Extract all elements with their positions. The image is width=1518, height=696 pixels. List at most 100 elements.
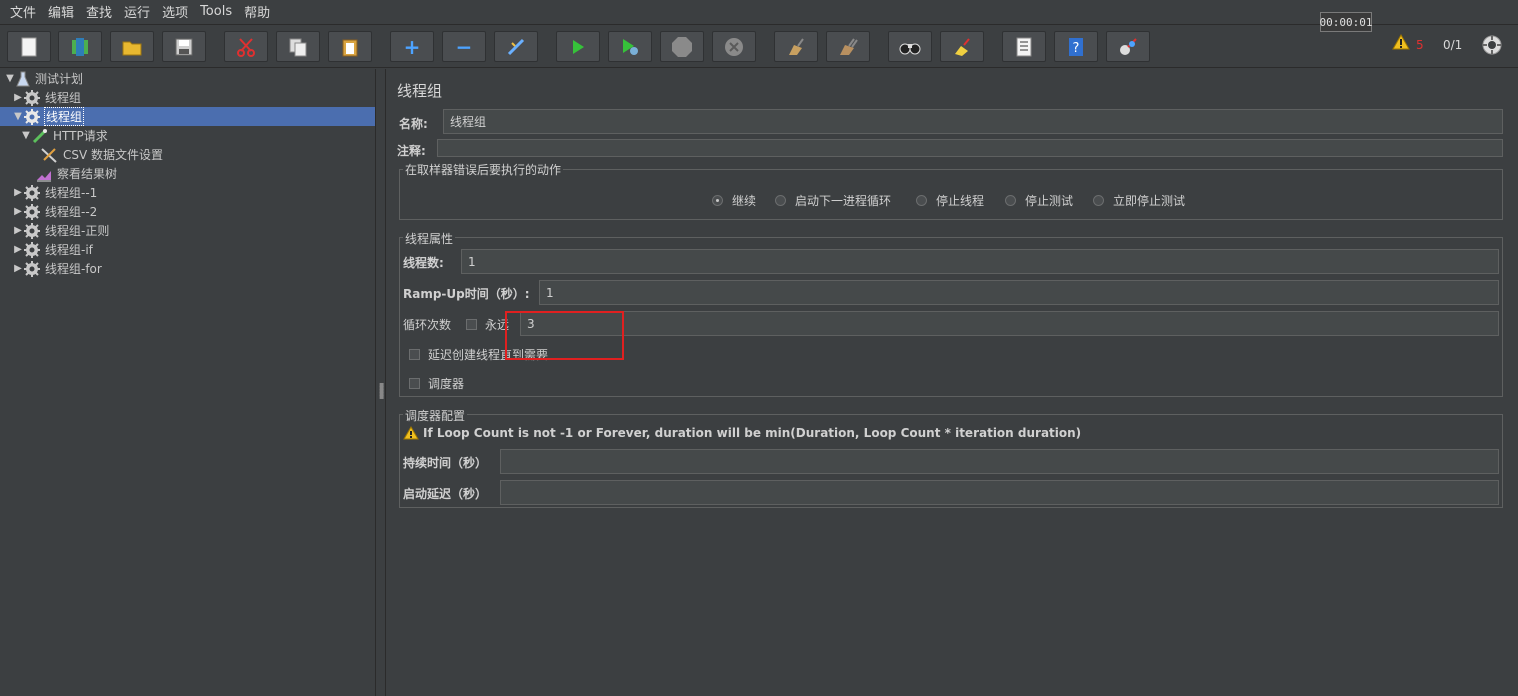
copy-button[interactable] [276, 31, 320, 62]
loop-count-field[interactable]: 3 [520, 311, 1499, 336]
new-button[interactable] [7, 31, 51, 62]
checkbox-box [409, 349, 420, 360]
menu-options[interactable]: 选项 [156, 2, 194, 21]
shutdown-button[interactable] [712, 31, 756, 62]
tree-item-label: 线程组-for [45, 262, 102, 276]
expand-arrow-icon[interactable]: ▶ [12, 187, 24, 198]
expand-arrow-icon[interactable]: ▶ [12, 244, 24, 255]
duration-label: 持续时间（秒） [403, 456, 488, 470]
expand-arrow-icon[interactable]: ▼ [20, 130, 32, 141]
scheduler-note: If Loop Count is not -1 or Forever, dura… [403, 426, 1081, 440]
tree-item-thread-group[interactable]: ▶ 线程组 [12, 88, 82, 107]
start-button[interactable] [556, 31, 600, 62]
clear-button[interactable] [774, 31, 818, 62]
reset-search-button[interactable] [940, 31, 984, 62]
expand-arrow-icon[interactable]: ▼ [12, 111, 24, 122]
forever-checkbox[interactable]: 永远 [466, 316, 509, 333]
function-helper-button[interactable] [1002, 31, 1046, 62]
clear-all-button[interactable] [826, 31, 870, 62]
radio-continue[interactable]: 继续 [712, 192, 756, 209]
checkbox-box [466, 319, 477, 330]
expand-arrow-icon[interactable]: ▶ [12, 225, 24, 236]
stop-icon [672, 36, 692, 57]
rampup-label: Ramp-Up时间（秒）: [403, 287, 530, 301]
remote-icon [1120, 37, 1137, 55]
tree-item-label: CSV 数据文件设置 [63, 148, 164, 162]
elapsed-timer: 00:00:01 [1320, 12, 1373, 32]
tree-item-view-results-tree[interactable]: 察看结果树 [36, 164, 118, 183]
tree-item-label: 线程组-正则 [45, 224, 110, 238]
menu-run[interactable]: 运行 [118, 2, 156, 21]
menu-search[interactable]: 查找 [80, 2, 118, 21]
tree-item-thread-group-if[interactable]: ▶ 线程组-if [12, 240, 94, 259]
tree-item-thread-group-regex[interactable]: ▶ 线程组-正则 [12, 221, 110, 240]
error-action-title: 在取样器错误后要执行的动作 [403, 161, 564, 178]
warning-icon [403, 426, 419, 440]
toolbar: + − ? [0, 24, 1518, 68]
tree-item-thread-group-for[interactable]: ▶ 线程组-for [12, 259, 103, 278]
help-button[interactable]: ? [1054, 31, 1098, 62]
radio-label: 停止测试 [1025, 194, 1074, 208]
name-field[interactable]: 线程组 [443, 109, 1503, 134]
radio-stop-test-now[interactable]: 立即停止测试 [1093, 192, 1185, 209]
comment-field[interactable] [437, 139, 1503, 157]
templates-button[interactable] [58, 31, 102, 62]
function-helper-icon [1016, 37, 1032, 56]
rampup-field[interactable]: 1 [539, 280, 1499, 305]
gear-icon [24, 184, 40, 201]
warning-icon[interactable] [1392, 34, 1410, 50]
radio-stop-test[interactable]: 停止测试 [1005, 192, 1073, 209]
scheduler-config-title: 调度器配置 [403, 407, 468, 424]
collapse-all-button[interactable]: − [442, 31, 486, 62]
menu-help[interactable]: 帮助 [238, 2, 276, 21]
menu-edit[interactable]: 编辑 [42, 2, 80, 21]
duration-field[interactable] [500, 449, 1499, 474]
splitter-grip-icon[interactable]: ▪ ▪ ▪ ▪ ▪ [379, 381, 384, 401]
scheduler-checkbox[interactable]: 调度器 [409, 375, 464, 392]
search-button[interactable] [888, 31, 932, 62]
expand-arrow-icon[interactable]: ▶ [12, 92, 24, 103]
tree-item-thread-group-1[interactable]: ▶ 线程组--1 [12, 183, 98, 202]
stop-button[interactable] [660, 31, 704, 62]
plus-icon: + [403, 34, 421, 59]
paste-icon [342, 39, 358, 56]
expand-arrow-icon[interactable]: ▶ [12, 206, 24, 217]
radio-label: 启动下一进程循环 [795, 194, 892, 208]
globe-icon[interactable] [1482, 35, 1502, 55]
radio-dot [712, 195, 723, 206]
shutdown-icon [725, 37, 743, 56]
tree-item-thread-group-2[interactable]: ▶ 线程组--2 [12, 202, 98, 221]
menu-file[interactable]: 文件 [4, 2, 42, 21]
tree-item-test-plan[interactable]: ▼ 测试计划 [4, 69, 84, 88]
tree-item-thread-group-selected[interactable]: ▼ 线程组 [12, 107, 85, 126]
tree-item-label: 线程组--2 [45, 205, 98, 219]
radio-start-next-loop[interactable]: 启动下一进程循环 [775, 192, 891, 209]
radio-dot [1093, 195, 1104, 206]
startup-delay-label: 启动延迟（秒） [403, 487, 488, 501]
cut-button[interactable] [224, 31, 268, 62]
remote-button[interactable] [1106, 31, 1150, 62]
startup-delay-field[interactable] [500, 480, 1499, 505]
tree-item-csv-config[interactable]: CSV 数据文件设置 [40, 145, 164, 164]
tree-item-http-request[interactable]: ▼ HTTP请求 [20, 126, 109, 145]
minus-icon: − [455, 34, 473, 59]
menu-tools[interactable]: Tools [194, 4, 238, 19]
scheduler-note-text: If Loop Count is not -1 or Forever, dura… [423, 426, 1082, 440]
save-button[interactable] [162, 31, 206, 62]
svg-text:?: ? [1073, 41, 1080, 56]
tree-item-label: 测试计划 [35, 72, 84, 86]
radio-stop-thread[interactable]: 停止线程 [916, 192, 984, 209]
gear-icon [24, 108, 40, 125]
radio-label: 停止线程 [936, 194, 985, 208]
start-no-pauses-button[interactable] [608, 31, 652, 62]
radio-dot [775, 195, 786, 206]
open-button[interactable] [110, 31, 154, 62]
expand-arrow-icon[interactable]: ▼ [4, 73, 16, 84]
tree-item-label: 线程组--1 [45, 186, 98, 200]
thread-count-field[interactable]: 1 [461, 249, 1499, 274]
expand-arrow-icon[interactable]: ▶ [12, 263, 24, 274]
paste-button[interactable] [328, 31, 372, 62]
toggle-button[interactable] [494, 31, 538, 62]
menu-bar: 文件 编辑 查找 运行 选项 Tools 帮助 [0, 0, 1518, 22]
expand-all-button[interactable]: + [390, 31, 434, 62]
